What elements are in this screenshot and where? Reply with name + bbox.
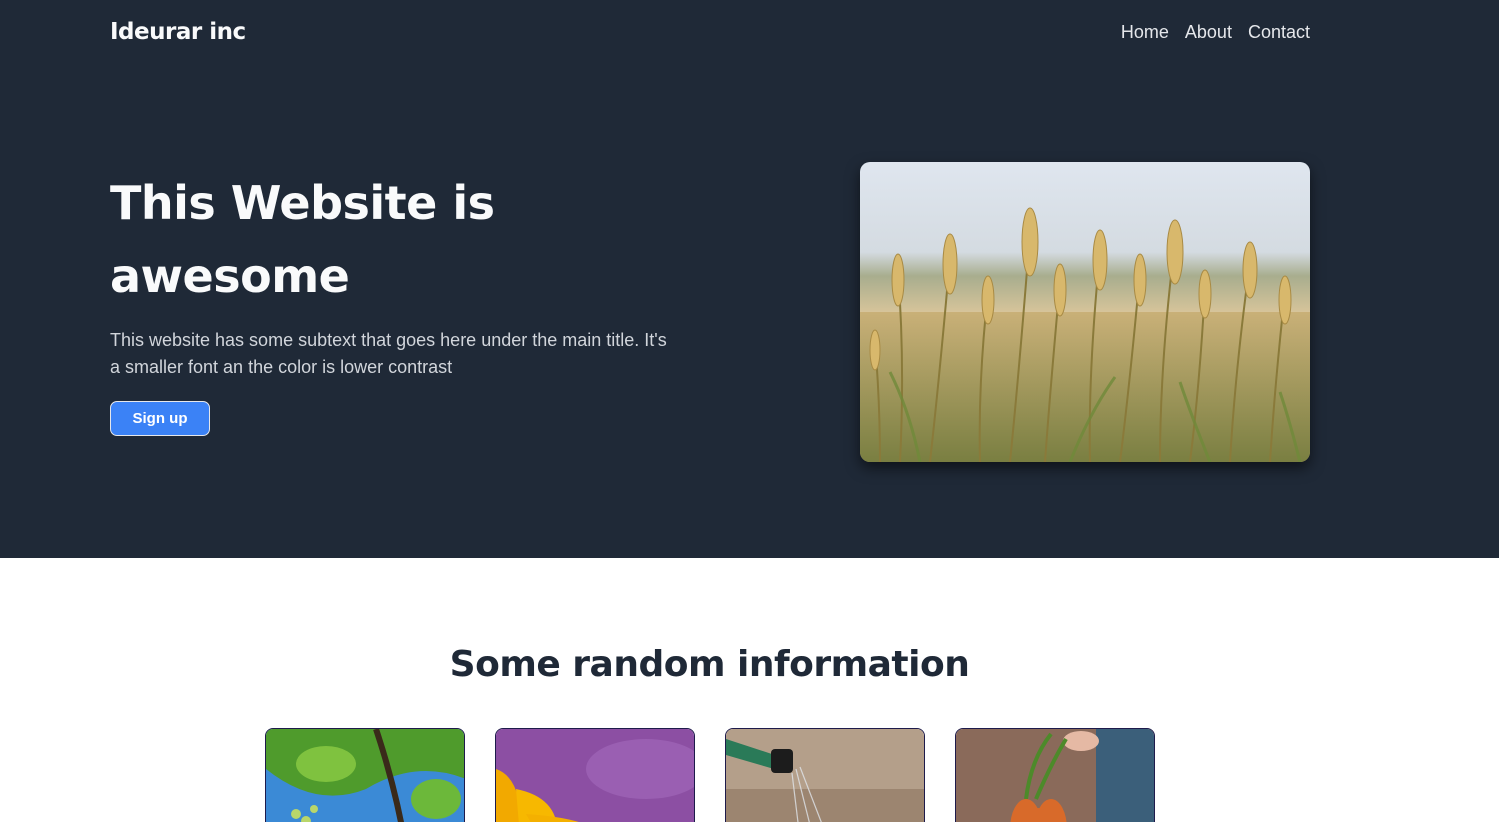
hero-section: Ideurar inc Home About Contact This Webs… [0,0,1499,558]
main-nav: Home About Contact [1121,20,1310,44]
brand-logo[interactable]: Ideurar inc [110,16,246,48]
info-card-carrots[interactable] [955,728,1155,822]
section-title: Some random information [449,644,970,685]
nav-link-home[interactable]: Home [1121,20,1169,44]
nav-link-about[interactable]: About [1185,20,1232,44]
info-card-sunflower[interactable] [495,728,695,822]
hero-subtext: This website has some subtext that goes … [110,330,667,377]
hero-title: This Website is awesome [110,176,495,303]
hero-image-wheat-field [860,162,1310,462]
info-card-watering-can[interactable] [725,728,925,822]
info-card-grapevine[interactable] [265,728,465,822]
nav-link-contact[interactable]: Contact [1248,20,1310,44]
sign-up-button[interactable]: Sign up [110,401,210,436]
